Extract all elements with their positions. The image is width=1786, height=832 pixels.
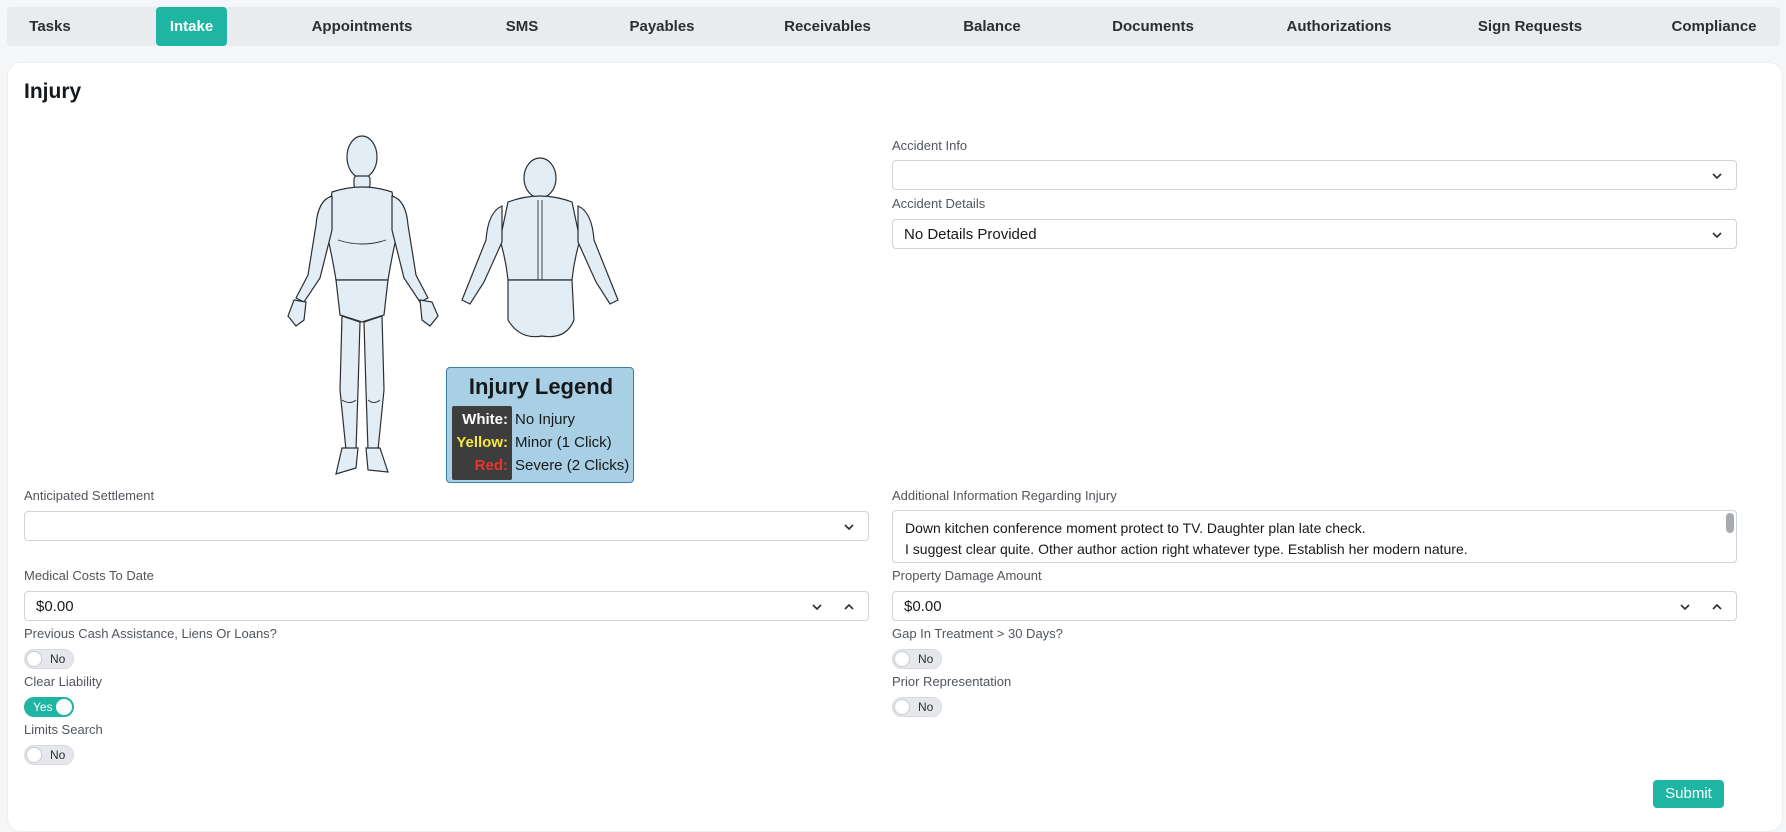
accident-details-value: No Details Provided [904, 226, 1037, 243]
front-right-arm[interactable] [391, 195, 429, 303]
front-left-arm[interactable] [295, 195, 333, 303]
toggle-knob [894, 651, 910, 667]
injury-legend: Injury Legend White: Yellow: Red: No Inj… [446, 367, 634, 483]
anticipated-settlement-select[interactable] [24, 511, 869, 541]
tab-tasks[interactable]: Tasks [7, 7, 93, 46]
limits-search-label: Limits Search [24, 722, 103, 737]
medical-costs-input[interactable]: $0.00 [24, 591, 869, 621]
accident-details-label: Accident Details [892, 196, 986, 211]
legend-key-column: White: Yellow: Red: [452, 406, 512, 480]
textarea-scrollbar[interactable] [1726, 513, 1734, 533]
front-right-hand[interactable] [419, 299, 439, 327]
prior-representation-value: No [918, 700, 934, 714]
tab-balance[interactable]: Balance [947, 7, 1037, 46]
accident-details-select[interactable]: No Details Provided [892, 219, 1737, 249]
prior-representation-toggle[interactable]: No [892, 697, 942, 717]
gap-in-treatment-label: Gap In Treatment > 30 Days? [892, 626, 1063, 641]
back-left-arm[interactable] [461, 205, 503, 305]
legend-title: Injury Legend [468, 374, 614, 399]
clear-liability-value: Yes [33, 700, 53, 714]
section-title: Injury [24, 80, 82, 103]
clear-liability-label: Clear Liability [24, 674, 103, 689]
back-torso[interactable] [499, 195, 581, 281]
back-buttocks[interactable] [507, 279, 575, 338]
tab-payables[interactable]: Payables [617, 7, 707, 46]
toggle-knob [894, 699, 910, 715]
front-left-foot[interactable] [335, 447, 359, 475]
tab-appointments[interactable]: Appointments [297, 7, 427, 46]
limits-search-value: No [50, 748, 66, 762]
gap-in-treatment-value: No [918, 652, 934, 666]
gap-in-treatment-toggle[interactable]: No [892, 649, 942, 669]
additional-info-label: Additional Information Regarding Injury [892, 488, 1117, 503]
previous-cash-toggle[interactable]: No [24, 649, 74, 669]
legend-key-yellow: Yellow: [456, 434, 508, 451]
front-left-hand[interactable] [287, 299, 307, 327]
legend-key-white: White: [462, 411, 508, 428]
front-neck[interactable] [353, 175, 371, 189]
legend-key-red: Red: [474, 457, 508, 474]
legend-value-white: No Injury [515, 411, 576, 428]
chevron-down-icon [1712, 232, 1722, 239]
tab-intake[interactable]: Intake [156, 7, 227, 46]
chevron-up-icon[interactable] [1710, 600, 1724, 614]
chevron-up-icon[interactable] [842, 600, 856, 614]
toggle-knob [56, 699, 72, 715]
accident-info-select[interactable] [892, 160, 1737, 190]
additional-info-line-2: I suggest clear quite. Other author acti… [905, 541, 1468, 557]
limits-search-toggle[interactable]: No [24, 745, 74, 765]
chevron-down-icon [844, 524, 854, 531]
front-right-foot[interactable] [365, 447, 389, 473]
chevron-down-icon [1712, 173, 1722, 180]
chevron-down-icon[interactable] [1678, 600, 1692, 614]
front-torso[interactable] [325, 186, 399, 281]
tab-sms[interactable]: SMS [487, 7, 557, 46]
medical-costs-label: Medical Costs To Date [24, 568, 154, 583]
anticipated-settlement-label: Anticipated Settlement [24, 488, 155, 503]
accident-info-label: Accident Info [892, 138, 968, 153]
tab-documents[interactable]: Documents [1097, 7, 1209, 46]
previous-cash-value: No [50, 652, 66, 666]
submit-button[interactable]: Submit [1653, 780, 1724, 808]
legend-value-red: Severe (2 Clicks) [515, 457, 630, 474]
legend-value-yellow: Minor (1 Click) [515, 434, 612, 451]
previous-cash-label: Previous Cash Assistance, Liens Or Loans… [24, 626, 277, 641]
prior-representation-label: Prior Representation [892, 674, 1012, 689]
back-head[interactable] [523, 157, 557, 199]
property-damage-label: Property Damage Amount [892, 568, 1042, 583]
toggle-knob [26, 747, 42, 763]
tab-compliance[interactable]: Compliance [1657, 7, 1771, 46]
tab-receivables[interactable]: Receivables [770, 7, 885, 46]
front-left-leg[interactable] [339, 315, 361, 451]
tab-bar: Tasks Intake Appointments SMS Payables R… [7, 7, 1780, 46]
toggle-knob [26, 651, 42, 667]
clear-liability-toggle[interactable]: Yes [24, 697, 74, 717]
tab-sign-requests[interactable]: Sign Requests [1469, 7, 1591, 46]
chevron-down-icon[interactable] [810, 600, 824, 614]
additional-info-line-1: Down kitchen conference moment protect t… [905, 520, 1366, 536]
property-damage-input[interactable]: $0.00 [892, 591, 1737, 621]
property-damage-value: $0.00 [904, 598, 942, 615]
front-right-leg[interactable] [363, 315, 385, 451]
front-pelvis[interactable] [335, 279, 389, 323]
tab-authorizations[interactable]: Authorizations [1269, 7, 1409, 46]
front-head[interactable] [346, 135, 378, 179]
back-right-arm[interactable] [577, 205, 619, 305]
medical-costs-value: $0.00 [36, 598, 74, 615]
additional-info-textarea[interactable]: Down kitchen conference moment protect t… [892, 510, 1737, 563]
